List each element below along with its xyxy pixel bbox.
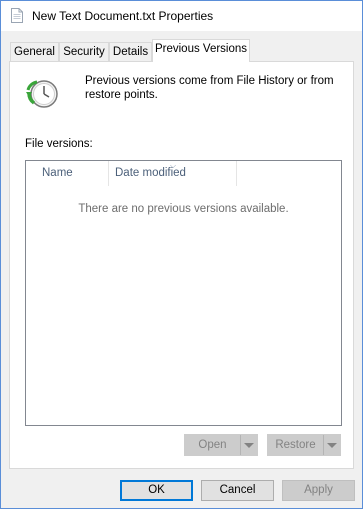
window-title: New Text Document.txt Properties — [32, 9, 214, 23]
sort-chevron-icon: ⌵ — [170, 161, 177, 170]
properties-dialog: New Text Document.txt Properties General… — [0, 0, 363, 509]
title-bar[interactable]: New Text Document.txt Properties — [1, 1, 362, 31]
open-button[interactable]: Open — [184, 434, 258, 456]
file-versions-list[interactable]: Name Date modified ⌵ There are no previo… — [25, 160, 342, 426]
restore-button-label[interactable]: Restore — [268, 435, 324, 455]
tab-details[interactable]: Details — [109, 42, 152, 61]
tab-general[interactable]: General — [10, 42, 59, 61]
list-header: Name Date modified ⌵ — [26, 161, 341, 186]
empty-list-message: There are no previous versions available… — [78, 203, 289, 215]
open-button-label[interactable]: Open — [185, 435, 241, 455]
text-file-icon — [11, 8, 23, 23]
cancel-button[interactable]: Cancel — [201, 480, 274, 501]
tab-previous-versions[interactable]: Previous Versions — [152, 39, 250, 62]
file-history-icon — [26, 80, 58, 108]
apply-button[interactable]: Apply — [282, 480, 355, 501]
restore-button[interactable]: Restore — [267, 434, 341, 456]
tab-security[interactable]: Security — [59, 42, 109, 61]
column-header-name[interactable]: Name — [36, 161, 109, 186]
tab-panel: Previous versions come from File History… — [9, 61, 354, 469]
description-text: Previous versions come from File History… — [85, 75, 334, 101]
open-dropdown-arrow-icon[interactable] — [241, 435, 257, 455]
ok-button[interactable]: OK — [120, 480, 193, 501]
file-versions-label: File versions: — [25, 138, 93, 150]
restore-dropdown-arrow-icon[interactable] — [324, 435, 340, 455]
